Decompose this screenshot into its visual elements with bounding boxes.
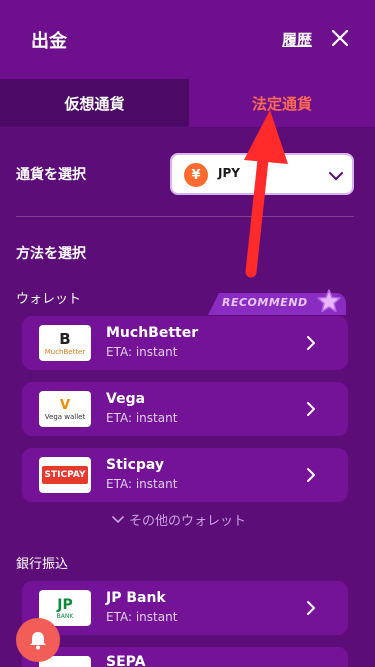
vega-logo: V Vega wallet: [39, 391, 91, 427]
wallet-eta: ETA: instant: [106, 411, 178, 425]
bank-option-sepa[interactable]: SEPA: [22, 647, 348, 667]
more-wallets-toggle[interactable]: その他のウォレット: [111, 510, 246, 529]
bank-section-label: 銀行振込: [16, 557, 69, 572]
history-link[interactable]: 履歴: [282, 29, 312, 50]
jpbank-logo-text: BANK: [56, 612, 74, 620]
sticpay-logo: STICPAY: [39, 457, 91, 493]
withdrawal-screen: 出金 履歴 仮想通貨 法定通貨 通貨を選択 ¥ JPY 方法を選択 ウォレット …: [0, 0, 375, 667]
star-icon: [317, 289, 341, 313]
muchbetter-logo: B MuchBetter: [39, 325, 91, 361]
wallet-eta: ETA: instant: [106, 477, 178, 491]
page-title: 出金: [31, 31, 67, 52]
wallet-section-label: ウォレット: [16, 292, 82, 307]
chevron-right-icon: [307, 601, 315, 615]
currency-type-tabs: 仮想通貨 法定通貨: [0, 79, 375, 127]
header: 出金 履歴: [0, 0, 375, 79]
divider: [16, 216, 354, 217]
wallet-option-sticpay[interactable]: STICPAY Sticpay ETA: instant: [22, 448, 348, 502]
bank-name: JP Bank: [106, 590, 166, 606]
chevron-right-icon: [307, 336, 315, 350]
bank-name: SEPA: [106, 654, 146, 667]
bank-option-jpbank[interactable]: JP BANK JP Bank ETA: instant: [22, 581, 348, 635]
bank-eta: ETA: instant: [106, 610, 178, 624]
sticpay-logo-text: STICPAY: [41, 466, 89, 484]
chevron-right-icon: [307, 468, 315, 482]
currency-label: 通貨を選択: [16, 167, 86, 183]
wallet-name: Vega: [106, 391, 146, 407]
bell-icon: [30, 632, 46, 650]
wallet-name: MuchBetter: [106, 325, 199, 341]
vega-logo-text: Vega wallet: [44, 412, 86, 421]
chevron-down-icon: [329, 172, 343, 180]
tab-fiat[interactable]: 法定通貨: [189, 79, 375, 127]
close-icon[interactable]: [331, 29, 349, 47]
wallet-option-muchbetter[interactable]: B MuchBetter MuchBetter ETA: instant: [22, 316, 348, 370]
method-label: 方法を選択: [16, 246, 86, 262]
wallet-eta: ETA: instant: [106, 345, 178, 359]
recommend-badge-label: RECOMMEND: [222, 296, 308, 309]
notification-bell-button[interactable]: [16, 618, 60, 662]
wallet-option-vega[interactable]: V Vega wallet Vega ETA: instant: [22, 382, 348, 436]
yen-coin-icon: ¥: [184, 163, 208, 187]
muchbetter-logo-text: MuchBetter: [44, 348, 86, 356]
wallet-name: Sticpay: [106, 457, 165, 473]
more-wallets-label: その他のウォレット: [129, 514, 247, 529]
chevron-right-icon: [307, 402, 315, 416]
chevron-down-icon: [112, 515, 124, 523]
currency-select[interactable]: ¥ JPY: [170, 153, 354, 195]
currency-code: JPY: [218, 166, 240, 180]
tab-crypto[interactable]: 仮想通貨: [0, 79, 189, 127]
